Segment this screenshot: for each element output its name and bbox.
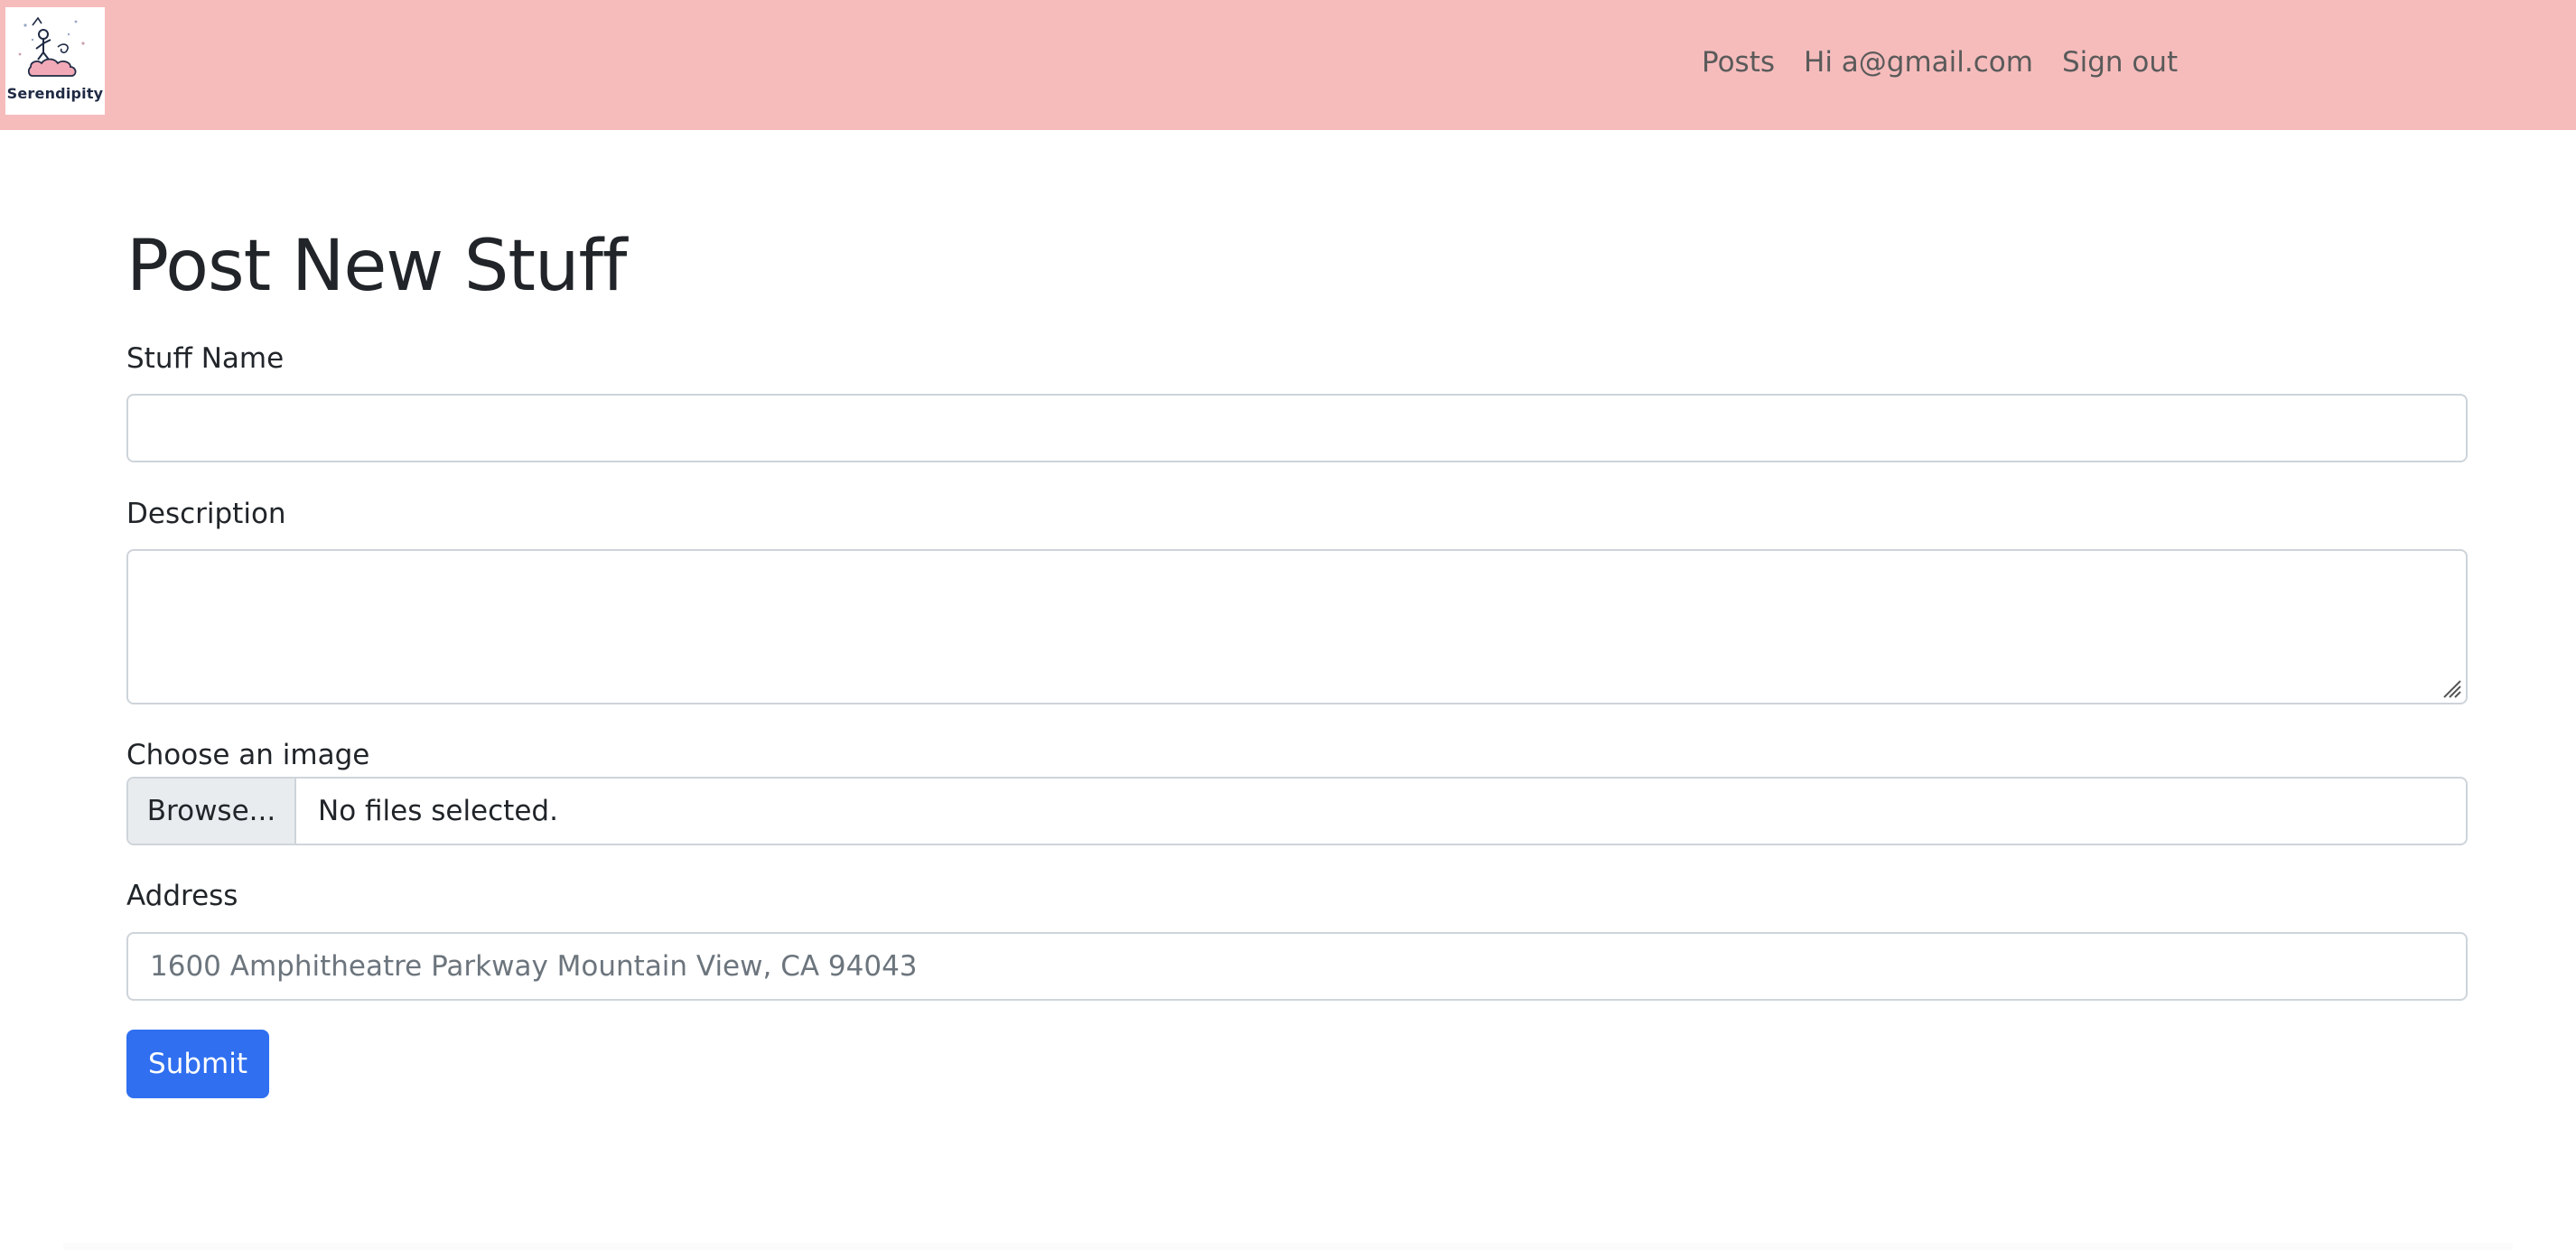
address-input[interactable] [126, 932, 2468, 1001]
description-field [126, 549, 2468, 706]
page-title: Post New Stuff [126, 226, 627, 307]
submit-button[interactable]: Submit [126, 1030, 269, 1098]
nav-link-sign-out[interactable]: Sign out [2062, 46, 2178, 79]
file-status-text: No files selected. [318, 795, 558, 827]
address-label: Address [126, 880, 238, 912]
description-textarea[interactable] [128, 551, 2466, 706]
nav-user-greeting[interactable]: Hi a@gmail.com [1804, 46, 2033, 79]
image-label: Choose an image [126, 739, 370, 771]
description-label: Description [126, 498, 286, 530]
nav-links: Posts Hi a@gmail.com Sign out [1702, 41, 2178, 84]
image-file-input[interactable]: Browse... No files selected. [126, 777, 2468, 845]
logo-text: Serendipity [6, 85, 104, 102]
stuff-name-input[interactable] [126, 394, 2468, 462]
stuff-name-label: Stuff Name [126, 342, 285, 375]
serendipity-logo[interactable]: Serendipity [5, 7, 105, 115]
top-navbar: Serendipity Posts Hi a@gmail.com Sign ou… [0, 0, 2576, 130]
footer-divider [63, 1243, 2513, 1250]
nav-link-posts[interactable]: Posts [1702, 46, 1775, 79]
resize-grip-icon[interactable] [2439, 676, 2462, 699]
browse-button[interactable]: Browse... [128, 779, 296, 844]
